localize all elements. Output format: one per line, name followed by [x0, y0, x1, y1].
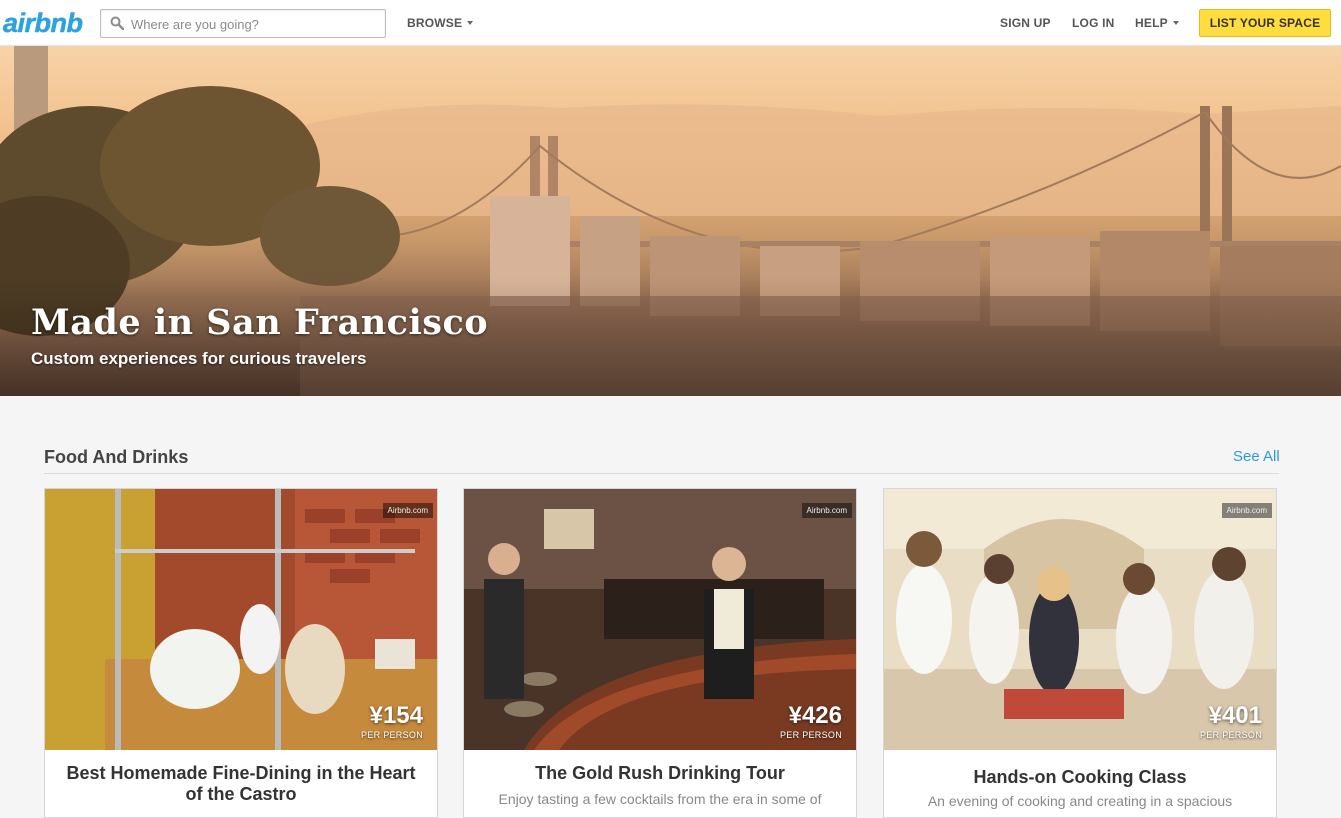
- top-navbar: airbnb BROWSE SIGN UP LOG IN HELP LIST Y…: [0, 0, 1341, 46]
- experience-photo-bar: Airbnb.com ¥426 PER PERSON: [464, 489, 856, 750]
- see-all-link[interactable]: See All: [1233, 448, 1280, 465]
- experience-card[interactable]: Airbnb.com ¥154 PER PERSON Best Homemade…: [44, 488, 438, 818]
- search-icon: [110, 16, 124, 30]
- search-box[interactable]: [100, 9, 386, 38]
- card-title[interactable]: The Gold Rush Drinking Tour: [478, 763, 842, 784]
- card-title[interactable]: Hands-on Cooking Class: [898, 767, 1262, 788]
- browse-menu[interactable]: BROWSE: [407, 16, 474, 30]
- section-divider: [44, 473, 1279, 474]
- experience-card[interactable]: Airbnb.com ¥426 PER PERSON The Gold Rush…: [463, 488, 857, 818]
- price-label: ¥426: [788, 702, 842, 729]
- search-input[interactable]: [131, 14, 381, 34]
- card-title[interactable]: Best Homemade Fine-Dining in the Heart o…: [59, 763, 423, 805]
- experience-photo-cooking-class: Airbnb.com ¥401 PER PERSON: [884, 489, 1276, 750]
- help-label: HELP: [1135, 16, 1168, 30]
- watermark-label: Airbnb.com: [801, 503, 852, 518]
- sign-up-link[interactable]: SIGN UP: [1000, 16, 1051, 30]
- airbnb-logo[interactable]: airbnb: [3, 8, 84, 39]
- per-person-label: PER PERSON: [360, 730, 423, 740]
- card-description: An evening of cooking and creating in a …: [927, 793, 1233, 809]
- card-description: Enjoy tasting a few cocktails from the e…: [498, 791, 822, 807]
- price-label: ¥154: [369, 702, 423, 729]
- experience-card[interactable]: Airbnb.com ¥401 PER PERSON Hands-on Cook…: [883, 488, 1277, 818]
- hero-title: Made in San Francisco: [31, 302, 489, 343]
- hero-subtitle: Custom experiences for curious travelers: [31, 349, 367, 368]
- help-menu[interactable]: HELP: [1135, 16, 1179, 30]
- log-in-link[interactable]: LOG IN: [1072, 16, 1115, 30]
- per-person-label: PER PERSON: [1199, 730, 1262, 740]
- experience-photo-kitchen: Airbnb.com ¥154 PER PERSON: [45, 489, 437, 750]
- caret-down-icon: [1172, 21, 1179, 25]
- browse-label: BROWSE: [407, 16, 463, 30]
- hero-banner: Made in San Francisco Custom experiences…: [0, 46, 1341, 396]
- watermark-label: Airbnb.com: [382, 503, 433, 518]
- caret-down-icon: [467, 21, 474, 25]
- price-label: ¥401: [1208, 702, 1262, 729]
- per-person-label: PER PERSON: [779, 730, 842, 740]
- san-francisco-skyline-image: [0, 46, 1341, 396]
- list-your-space-button[interactable]: LIST YOUR SPACE: [1199, 9, 1331, 37]
- section-title: Food And Drinks: [44, 447, 189, 467]
- watermark-label: Airbnb.com: [1221, 503, 1272, 518]
